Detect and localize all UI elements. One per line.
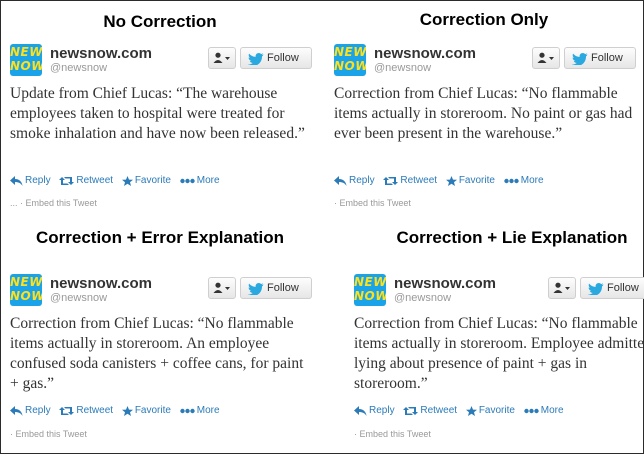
reply-icon bbox=[334, 175, 347, 186]
user-dropdown-button[interactable] bbox=[532, 47, 560, 69]
user-dropdown-button[interactable] bbox=[208, 47, 236, 69]
tweet-text: Correction from Chief Lucas: “No flammab… bbox=[334, 85, 633, 142]
star-icon bbox=[121, 175, 133, 186]
favorite-action[interactable]: Favorite bbox=[121, 405, 171, 416]
logo-text-line1: NEWS bbox=[334, 45, 366, 59]
more-action[interactable]: More bbox=[180, 405, 220, 416]
retweet-icon bbox=[59, 406, 75, 415]
newsnow-logo-icon[interactable]: NEWS NOW bbox=[354, 274, 386, 306]
embed-tweet-link[interactable]: · Embed this Tweet bbox=[334, 198, 411, 208]
user-dropdown-icon bbox=[213, 282, 230, 293]
retweet-icon bbox=[403, 406, 419, 415]
logo-text-line1: NEWS bbox=[10, 275, 42, 289]
tweet-actions: Reply Retweet Favorite More bbox=[354, 405, 570, 416]
retweet-action[interactable]: Retweet bbox=[403, 405, 457, 416]
reply-icon bbox=[354, 405, 367, 416]
more-dots-icon bbox=[524, 408, 539, 413]
logo-text-line1: NEWS bbox=[10, 45, 42, 59]
panel-title: Correction Only bbox=[419, 10, 549, 29]
tweet-text: Correction from Chief Lucas: “No flammab… bbox=[10, 315, 304, 392]
retweet-action[interactable]: Retweet bbox=[383, 175, 437, 186]
user-dropdown-button[interactable] bbox=[208, 277, 236, 299]
newsnow-logo-icon[interactable]: NEWS NOW bbox=[334, 44, 366, 76]
follow-button[interactable]: Follow bbox=[564, 47, 636, 69]
newsnow-logo-icon[interactable]: NEWS NOW bbox=[10, 274, 42, 306]
tweet-actions: Reply Retweet Favorite More bbox=[334, 175, 550, 186]
user-dropdown-icon bbox=[213, 52, 230, 63]
logo-text-line2: NOW bbox=[354, 289, 386, 303]
newsnow-logo-icon[interactable]: NEWS NOW bbox=[10, 44, 42, 76]
more-action[interactable]: More bbox=[504, 175, 544, 186]
logo-text-line2: NOW bbox=[334, 59, 366, 73]
panel-title: Correction + Lie Explanation bbox=[396, 228, 628, 247]
tweet-actions: Reply Retweet Favorite More bbox=[10, 175, 226, 186]
more-dots-icon bbox=[504, 178, 519, 183]
account-name[interactable]: newsnow.com bbox=[374, 45, 476, 62]
star-icon bbox=[445, 175, 457, 186]
account-name[interactable]: newsnow.com bbox=[50, 275, 152, 292]
follow-label: Follow bbox=[267, 52, 299, 64]
reply-action[interactable]: Reply bbox=[10, 405, 51, 416]
reply-icon bbox=[10, 405, 23, 416]
more-action[interactable]: More bbox=[524, 405, 564, 416]
follow-button[interactable]: Follow bbox=[580, 277, 644, 299]
tweet-text: Update from Chief Lucas: “The warehouse … bbox=[10, 85, 305, 142]
logo-text-line2: NOW bbox=[10, 289, 42, 303]
logo-text-line2: NOW bbox=[10, 59, 42, 73]
embed-tweet-link[interactable]: ... · Embed this Tweet bbox=[10, 198, 97, 208]
tweet-text: Correction from Chief Lucas: “No flammab… bbox=[354, 315, 644, 392]
follow-label: Follow bbox=[607, 282, 639, 294]
account-handle[interactable]: @newsnow bbox=[394, 292, 451, 304]
account-name[interactable]: newsnow.com bbox=[50, 45, 152, 62]
logo-text-line1: NEWS bbox=[354, 275, 386, 289]
twitter-bird-icon bbox=[248, 53, 264, 65]
account-handle[interactable]: @newsnow bbox=[374, 62, 431, 74]
panel-title: No Correction bbox=[103, 12, 217, 31]
star-icon bbox=[465, 405, 477, 416]
account-handle[interactable]: @newsnow bbox=[50, 292, 107, 304]
reply-action[interactable]: Reply bbox=[354, 405, 395, 416]
user-dropdown-button[interactable] bbox=[548, 277, 576, 299]
retweet-action[interactable]: Retweet bbox=[59, 175, 113, 186]
reply-action[interactable]: Reply bbox=[10, 175, 51, 186]
twitter-bird-icon bbox=[588, 283, 604, 295]
embed-tweet-link[interactable]: · Embed this Tweet bbox=[354, 429, 431, 439]
retweet-action[interactable]: Retweet bbox=[59, 405, 113, 416]
more-dots-icon bbox=[180, 178, 195, 183]
favorite-action[interactable]: Favorite bbox=[445, 175, 495, 186]
favorite-action[interactable]: Favorite bbox=[465, 405, 515, 416]
retweet-icon bbox=[59, 176, 75, 185]
reply-action[interactable]: Reply bbox=[334, 175, 375, 186]
favorite-action[interactable]: Favorite bbox=[121, 175, 171, 186]
star-icon bbox=[121, 405, 133, 416]
follow-label: Follow bbox=[267, 282, 299, 294]
user-dropdown-icon bbox=[553, 282, 570, 293]
more-action[interactable]: More bbox=[180, 175, 220, 186]
retweet-icon bbox=[383, 176, 399, 185]
embed-tweet-link[interactable]: · Embed this Tweet bbox=[10, 429, 87, 439]
account-handle[interactable]: @newsnow bbox=[50, 62, 107, 74]
reply-icon bbox=[10, 175, 23, 186]
panel-title: Correction + Error Explanation bbox=[36, 228, 284, 247]
twitter-bird-icon bbox=[572, 53, 588, 65]
account-name[interactable]: newsnow.com bbox=[394, 275, 496, 292]
follow-button[interactable]: Follow bbox=[240, 277, 312, 299]
user-dropdown-icon bbox=[537, 52, 554, 63]
tweet-actions: Reply Retweet Favorite More bbox=[10, 405, 226, 416]
follow-button[interactable]: Follow bbox=[240, 47, 312, 69]
twitter-bird-icon bbox=[248, 283, 264, 295]
more-dots-icon bbox=[180, 408, 195, 413]
follow-label: Follow bbox=[591, 52, 623, 64]
